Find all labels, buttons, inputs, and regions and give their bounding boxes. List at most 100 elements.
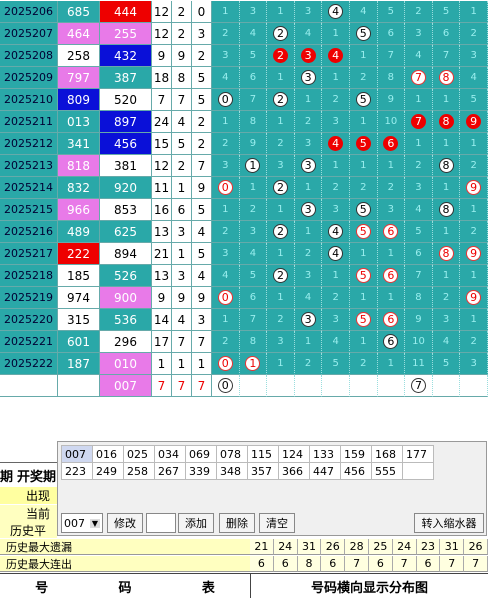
stat-value: 2 xyxy=(192,133,212,155)
left-label-current: 当前 xyxy=(0,505,57,522)
number-b: 536 xyxy=(100,309,152,331)
dist-cell: 5 xyxy=(460,89,488,111)
dist-cell: 3 xyxy=(294,265,323,287)
number-table-cell[interactable]: 348 xyxy=(216,462,248,480)
number-table-cell[interactable]: 034 xyxy=(154,445,186,463)
number-table-cell[interactable]: 267 xyxy=(154,462,186,480)
dist-cell: 1 xyxy=(349,45,378,67)
hit-number-circle: 8 xyxy=(438,202,454,217)
number-table-cell[interactable]: 258 xyxy=(123,462,155,480)
dist-cell: 9 xyxy=(460,287,488,309)
number-select[interactable]: 007 ▼ xyxy=(61,513,103,533)
clear-button[interactable]: 清空 xyxy=(259,513,295,533)
number-table-cell[interactable] xyxy=(402,462,434,480)
dist-cell: 3 xyxy=(212,243,240,265)
stat-value: 11 xyxy=(152,177,172,199)
number-picker-panel: 007 016 025 034 069 078 115 124 133 159 168 177 223 2… xyxy=(57,441,487,536)
dist-cell: 6 xyxy=(377,331,406,353)
issue-number: 2025219 xyxy=(0,287,58,309)
hit-number-circle: 1 xyxy=(245,356,261,371)
number-table-cell[interactable]: 124 xyxy=(278,445,310,463)
issue-number: 2025212 xyxy=(0,133,58,155)
dist-cell: 5 xyxy=(405,221,433,243)
stat-value: 14 xyxy=(152,309,172,331)
dist-cell: 2 xyxy=(349,177,378,199)
dist-cell: 6 xyxy=(432,23,461,45)
dist-cell: 5 xyxy=(432,353,461,375)
stat-value: 7 xyxy=(152,375,172,397)
number-table-cell[interactable]: 177 xyxy=(402,445,434,463)
stat-value: 13 xyxy=(152,221,172,243)
add-button[interactable]: 添加 xyxy=(178,513,214,533)
dist-cell: 1 xyxy=(405,133,433,155)
number-input[interactable] xyxy=(146,513,176,533)
hit-number-circle: 4 xyxy=(328,4,344,19)
delete-button[interactable]: 删除 xyxy=(219,513,255,533)
dist-cell: 8 xyxy=(432,111,461,133)
dist-cell xyxy=(349,375,378,397)
dist-cell: 1 xyxy=(294,89,323,111)
dist-cell: 1 xyxy=(432,177,461,199)
distribution-cells: 3412411689 xyxy=(212,243,488,265)
distribution-cells: 3133111282 xyxy=(212,155,488,177)
dist-cell: 8 xyxy=(432,155,461,177)
number-table-cell[interactable]: 168 xyxy=(371,445,403,463)
modify-button[interactable]: 修改 xyxy=(107,513,143,533)
stat-cell: 24 xyxy=(392,539,417,555)
stat-cell: 7 xyxy=(440,556,465,572)
dist-cell: 7 xyxy=(239,309,268,331)
number-table-cell[interactable]: 249 xyxy=(92,462,124,480)
dist-cell: 5 xyxy=(349,199,378,221)
stat-cell: 21 xyxy=(250,539,274,555)
dist-cell: 4 xyxy=(294,287,323,309)
dist-cell: 5 xyxy=(349,265,378,287)
number-a: 832 xyxy=(58,177,100,199)
number-table-cell[interactable]: 447 xyxy=(309,462,341,480)
dist-cell: 1 xyxy=(460,265,488,287)
number-table-cell[interactable]: 078 xyxy=(216,445,248,463)
left-label-period: 期开奖期 xyxy=(0,462,57,487)
hit-number-circle: 8 xyxy=(438,246,454,261)
number-table-cell[interactable]: 007 xyxy=(61,445,93,463)
stat-value: 21 xyxy=(152,243,172,265)
dist-cell: 4 xyxy=(212,67,240,89)
distribution-cells: 1723356931 xyxy=(212,309,488,331)
dist-cell: 2 xyxy=(267,45,295,67)
dist-cell: 3 xyxy=(432,309,461,331)
hit-number-circle: 0 xyxy=(217,378,233,393)
hit-number-circle: 5 xyxy=(355,268,371,283)
dist-cell: 2 xyxy=(239,199,268,221)
hit-number-circle: 4 xyxy=(328,48,344,63)
number-table-cell[interactable]: 555 xyxy=(371,462,403,480)
issue-number: 2025215 xyxy=(0,199,58,221)
dist-cell: 1 xyxy=(405,89,433,111)
number-table-cell[interactable]: 025 xyxy=(123,445,155,463)
distribution-cells: 1313445251 xyxy=(212,1,488,23)
dist-cell: 1 xyxy=(239,353,268,375)
number-table-cell[interactable]: 456 xyxy=(340,462,372,480)
number-table-cell[interactable]: 115 xyxy=(247,445,279,463)
dist-cell: 2 xyxy=(267,265,295,287)
number-table-cell[interactable]: 069 xyxy=(185,445,217,463)
transfer-button[interactable]: 转入缩水器 xyxy=(414,513,484,533)
number-table-cell[interactable]: 159 xyxy=(340,445,372,463)
footer-right: 号码横向显示分布图 xyxy=(310,580,428,596)
dist-cell: 8 xyxy=(239,111,268,133)
dist-cell: 2 xyxy=(322,287,350,309)
number-table-cell[interactable]: 016 xyxy=(92,445,124,463)
table-row: 2025210 809 520 7 7 5 0 7 2 1 2 5 9 1 1 5 xyxy=(0,89,488,111)
number-table-cell[interactable]: 223 xyxy=(61,462,93,480)
number-table-cell[interactable]: 133 xyxy=(309,445,341,463)
dist-cell: 4 xyxy=(322,243,350,265)
dist-cell: 3 xyxy=(377,199,406,221)
issue-number: 2025214 xyxy=(0,177,58,199)
number-table-cell[interactable]: 357 xyxy=(247,462,279,480)
dist-cell: 5 xyxy=(322,353,350,375)
dist-cell: 6 xyxy=(377,133,406,155)
dist-cell: 1 xyxy=(349,111,378,133)
number-table-cell[interactable]: 366 xyxy=(278,462,310,480)
stat-cell: 6 xyxy=(368,556,393,572)
stat-value: 1 xyxy=(192,353,212,375)
number-table-cell[interactable]: 339 xyxy=(185,462,217,480)
dist-cell: 1 xyxy=(212,111,240,133)
